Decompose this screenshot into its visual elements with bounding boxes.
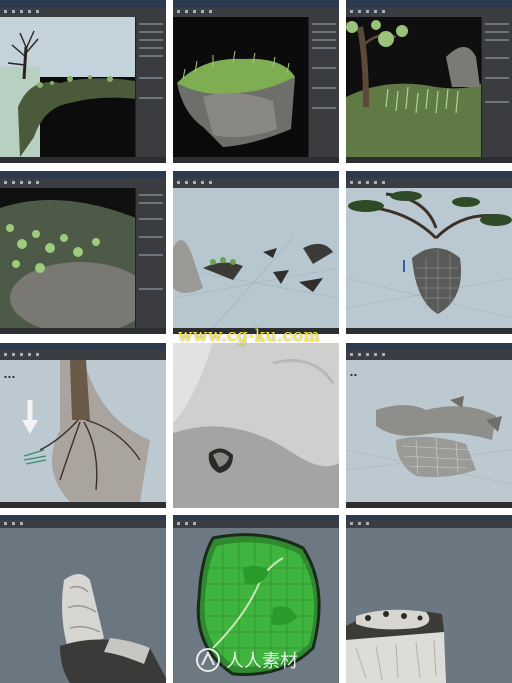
viewport[interactable] — [0, 188, 136, 328]
panel-roots-arrow[interactable]: ▪ ▪ ▪ — [0, 343, 166, 508]
viewport[interactable] — [0, 17, 136, 157]
viewport[interactable] — [173, 188, 339, 328]
panel-rock-fragments[interactable]: ▪ ▪ — [346, 343, 512, 508]
watermark-text: www.cg-ku.com — [178, 326, 321, 346]
window-titlebar — [0, 343, 166, 350]
status-bar — [0, 502, 166, 508]
panel-floating-rock[interactable] — [173, 0, 339, 163]
window-titlebar — [0, 0, 166, 7]
window-titlebar — [0, 171, 166, 178]
svg-text:▪ ▪: ▪ ▪ — [350, 372, 357, 377]
status-bar — [173, 157, 339, 163]
window-titlebar — [346, 343, 512, 350]
svg-text:▪ ▪ ▪: ▪ ▪ ▪ — [4, 374, 15, 379]
window-titlebar — [173, 171, 339, 178]
viewport[interactable] — [346, 188, 512, 328]
panel-rock-moss[interactable] — [0, 171, 166, 334]
viewport[interactable] — [173, 343, 339, 508]
viewport[interactable] — [346, 528, 512, 683]
status-bar — [346, 328, 512, 334]
window-titlebar — [346, 0, 512, 7]
attribute-panel[interactable] — [135, 17, 166, 157]
viewport[interactable]: ▪ ▪ — [346, 360, 512, 502]
renren-sucai-logo: 人人素材 — [190, 645, 370, 675]
window-titlebar — [346, 171, 512, 178]
viewport[interactable] — [173, 17, 309, 157]
panel-tree-closeup[interactable] — [346, 0, 512, 163]
attribute-panel[interactable] — [308, 17, 339, 157]
panel-tree-cliff[interactable] — [0, 0, 166, 163]
viewport[interactable] — [0, 528, 166, 683]
status-bar — [0, 157, 166, 163]
viewport[interactable]: ▪ ▪ ▪ — [0, 360, 166, 502]
panel-islands[interactable] — [173, 171, 339, 334]
status-bar — [0, 328, 166, 334]
attribute-panel[interactable] — [481, 17, 512, 157]
panel-rock-sculpt-closeup[interactable] — [173, 343, 339, 508]
status-bar — [346, 502, 512, 508]
panel-rock-pillar[interactable] — [0, 515, 166, 683]
status-bar — [346, 157, 512, 163]
panel-tree-wireframe[interactable] — [346, 171, 512, 334]
panel-rock-slab[interactable] — [346, 515, 512, 683]
viewport[interactable] — [346, 17, 482, 157]
window-titlebar — [173, 0, 339, 7]
attribute-panel[interactable] — [135, 188, 166, 328]
svg-text:人人素材: 人人素材 — [226, 651, 298, 672]
